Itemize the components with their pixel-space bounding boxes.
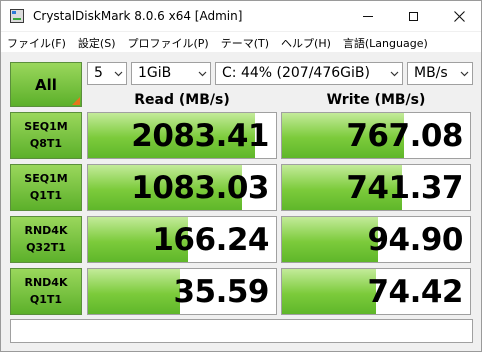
minimize-button[interactable] xyxy=(346,1,390,31)
write-result-cell: 74.42 xyxy=(281,268,471,315)
read-result-cell: 166.24 xyxy=(87,216,277,263)
menu-profile[interactable]: プロファイル(P) xyxy=(122,32,215,52)
menu-theme[interactable]: テーマ(T) xyxy=(215,32,275,52)
write-value: 74.42 xyxy=(367,274,463,310)
drive-select[interactable]: C: 44% (207/476GiB) xyxy=(215,62,403,85)
read-result-cell: 1083.03 xyxy=(87,164,277,211)
read-value: 2083.41 xyxy=(131,118,269,154)
test-name: RND4K xyxy=(24,224,68,237)
chevron-down-icon xyxy=(114,71,123,77)
read-value: 35.59 xyxy=(173,274,269,310)
test-button-seq1m-q1t1[interactable]: SEQ1M Q1T1 xyxy=(10,164,82,211)
test-queue: Q8T1 xyxy=(29,137,63,150)
read-value: 1083.03 xyxy=(131,170,269,206)
test-count-select[interactable]: 5 xyxy=(87,62,127,85)
maximize-button[interactable] xyxy=(391,1,435,31)
write-value: 94.90 xyxy=(367,222,463,258)
test-count-value: 5 xyxy=(94,65,103,81)
unit-select[interactable]: MB/s xyxy=(407,62,473,85)
app-icon xyxy=(10,9,24,23)
write-bar xyxy=(282,217,378,262)
read-result-cell: 35.59 xyxy=(87,268,277,315)
write-value: 741.37 xyxy=(346,170,463,206)
chevron-down-icon xyxy=(198,71,207,77)
read-result-cell: 2083.41 xyxy=(87,112,277,159)
write-bar xyxy=(282,269,376,314)
corner-marker-icon xyxy=(72,97,80,105)
write-header: Write (MB/s) xyxy=(326,92,426,108)
drive-value: C: 44% (207/476GiB) xyxy=(222,65,370,81)
read-header: Read (MB/s) xyxy=(134,92,230,108)
menu-bar: ファイル(F) 設定(S) プロファイル(P) テーマ(T) ヘルプ(H) 言語… xyxy=(1,32,481,52)
test-queue: Q1T1 xyxy=(29,189,63,202)
write-result-cell: 94.90 xyxy=(281,216,471,263)
test-size-value: 1GiB xyxy=(138,65,172,81)
test-size-select[interactable]: 1GiB xyxy=(131,62,211,85)
all-button-label: All xyxy=(35,75,57,94)
chevron-down-icon xyxy=(390,71,399,77)
test-name: SEQ1M xyxy=(24,120,68,133)
chevron-down-icon xyxy=(460,71,469,77)
crystaldiskmark-window: CrystalDiskMark 8.0.6 x64 [Admin] ファイル(F… xyxy=(0,0,482,352)
minimize-icon xyxy=(363,15,373,17)
write-value: 767.08 xyxy=(346,118,463,154)
test-button-seq1m-q8t1[interactable]: SEQ1M Q8T1 xyxy=(10,112,82,159)
write-result-cell: 741.37 xyxy=(281,164,471,211)
title-bar[interactable]: CrystalDiskMark 8.0.6 x64 [Admin] xyxy=(1,1,481,31)
test-button-rnd4k-q1t1[interactable]: RND4K Q1T1 xyxy=(10,268,82,315)
window-title: CrystalDiskMark 8.0.6 x64 [Admin] xyxy=(33,9,243,23)
test-name: SEQ1M xyxy=(24,172,68,185)
read-bar xyxy=(88,269,181,314)
maximize-icon xyxy=(408,11,418,21)
menu-language[interactable]: 言語(Language) xyxy=(337,32,434,52)
menu-settings[interactable]: 設定(S) xyxy=(72,32,122,52)
all-button[interactable]: All xyxy=(10,62,82,107)
read-value: 166.24 xyxy=(152,222,269,258)
comment-input[interactable] xyxy=(10,319,473,343)
close-button[interactable] xyxy=(437,1,481,31)
test-name: RND4K xyxy=(24,276,68,289)
menu-help[interactable]: ヘルプ(H) xyxy=(275,32,337,52)
menu-file[interactable]: ファイル(F) xyxy=(1,32,72,52)
close-icon xyxy=(453,10,465,22)
unit-value: MB/s xyxy=(414,65,448,81)
test-button-rnd4k-q32t1[interactable]: RND4K Q32T1 xyxy=(10,216,82,263)
test-queue: Q1T1 xyxy=(29,293,63,306)
write-result-cell: 767.08 xyxy=(281,112,471,159)
test-queue: Q32T1 xyxy=(26,241,66,254)
